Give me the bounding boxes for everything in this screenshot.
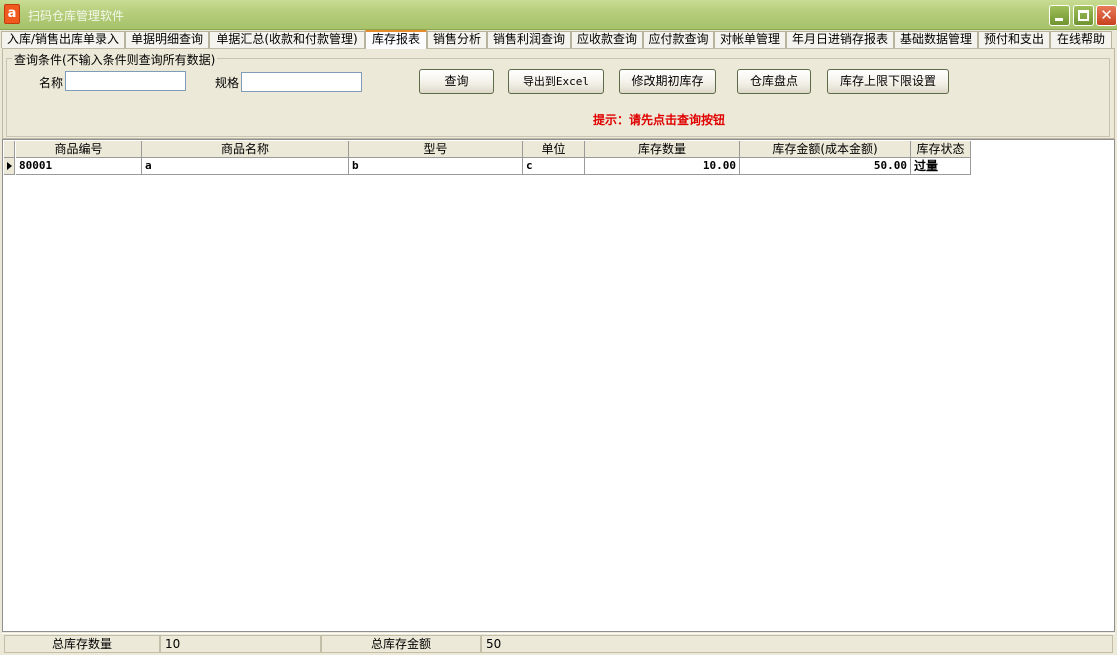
stock-limits-button[interactable]: 库存上限下限设置 — [827, 69, 949, 94]
window-title: 扫码仓库管理软件 — [28, 9, 125, 23]
close-button[interactable]: ✕ — [1096, 5, 1117, 26]
close-icon: ✕ — [1100, 6, 1113, 24]
row-selector[interactable] — [4, 158, 15, 175]
tab-basic-data[interactable]: 基础数据管理 — [894, 31, 978, 48]
col-header-qty[interactable]: 库存数量 — [585, 141, 740, 158]
col-header-unit[interactable]: 单位 — [523, 141, 585, 158]
total-amount-label: 总库存金额 — [321, 635, 481, 653]
query-button[interactable]: 查询 — [419, 69, 494, 94]
total-amount-value: 50 — [481, 635, 1113, 653]
tab-sales-analysis[interactable]: 销售分析 — [427, 31, 487, 48]
tab-entry[interactable]: 入库/销售出库单录入 — [1, 31, 125, 48]
col-header-code[interactable]: 商品编号 — [16, 141, 142, 158]
cell-code[interactable]: 80001 — [16, 158, 142, 175]
total-qty-value: 10 — [160, 635, 321, 653]
query-panel: 查询条件(不输入条件则查询所有数据) 名称 规格 查询 导出到Excel 修改期… — [2, 48, 1115, 139]
cell-name[interactable]: a — [142, 158, 349, 175]
spec-input[interactable] — [241, 72, 362, 92]
title-bar[interactable]: a 扫码仓库管理软件 ✕ — [0, 0, 1117, 30]
tab-prepay-expense[interactable]: 预付和支出 — [978, 31, 1050, 48]
tab-profit-query[interactable]: 销售利润查询 — [487, 31, 571, 48]
col-header-name[interactable]: 商品名称 — [142, 141, 349, 158]
inventory-grid[interactable]: 商品编号 商品名称 型号 单位 库存数量 库存金额(成本金额) 库存状态 800… — [2, 139, 1115, 632]
cell-model[interactable]: b — [349, 158, 523, 175]
cell-unit[interactable]: c — [523, 158, 585, 175]
spec-label: 规格 — [215, 76, 240, 90]
app-icon: a — [4, 4, 20, 24]
minimize-icon — [1055, 18, 1063, 21]
status-bar: 总库存数量 10 总库存金额 50 — [2, 633, 1115, 653]
tab-receivable[interactable]: 应收款查询 — [571, 31, 643, 48]
maximize-icon — [1078, 10, 1089, 21]
cell-status[interactable]: 过量 — [911, 158, 971, 175]
cell-amount[interactable]: 50.00 — [740, 158, 911, 175]
maximize-button[interactable] — [1073, 5, 1094, 26]
export-excel-button[interactable]: 导出到Excel — [508, 69, 604, 94]
tab-summary[interactable]: 单据汇总(收款和付款管理) — [209, 31, 365, 48]
tab-online-help[interactable]: 在线帮助 — [1050, 31, 1112, 48]
minimize-button[interactable] — [1049, 5, 1070, 26]
tab-inventory-report[interactable]: 库存报表 — [365, 30, 427, 49]
tab-statement[interactable]: 对帐单管理 — [714, 31, 786, 48]
col-header-model[interactable]: 型号 — [349, 141, 523, 158]
grid-corner — [4, 141, 15, 158]
query-legend: 查询条件(不输入条件则查询所有数据) — [12, 51, 218, 68]
tab-periodic-report[interactable]: 年月日进销存报表 — [786, 31, 894, 48]
tab-detail-query[interactable]: 单据明细查询 — [125, 31, 209, 48]
name-input[interactable] — [65, 71, 186, 91]
query-hint: 提示：请先点击查询按钮 — [593, 113, 726, 127]
current-row-arrow-icon — [7, 162, 12, 170]
stocktake-button[interactable]: 仓库盘点 — [737, 69, 811, 94]
cell-qty[interactable]: 10.00 — [585, 158, 740, 175]
name-label: 名称 — [39, 76, 64, 90]
col-header-status[interactable]: 库存状态 — [911, 141, 971, 158]
col-header-amount[interactable]: 库存金额(成本金额) — [740, 141, 911, 158]
tab-payable[interactable]: 应付款查询 — [643, 31, 714, 48]
main-tabs: 入库/销售出库单录入 单据明细查询 单据汇总(收款和付款管理) 库存报表 销售分… — [0, 30, 1117, 49]
total-qty-label: 总库存数量 — [4, 635, 160, 653]
edit-initial-stock-button[interactable]: 修改期初库存 — [619, 69, 716, 94]
